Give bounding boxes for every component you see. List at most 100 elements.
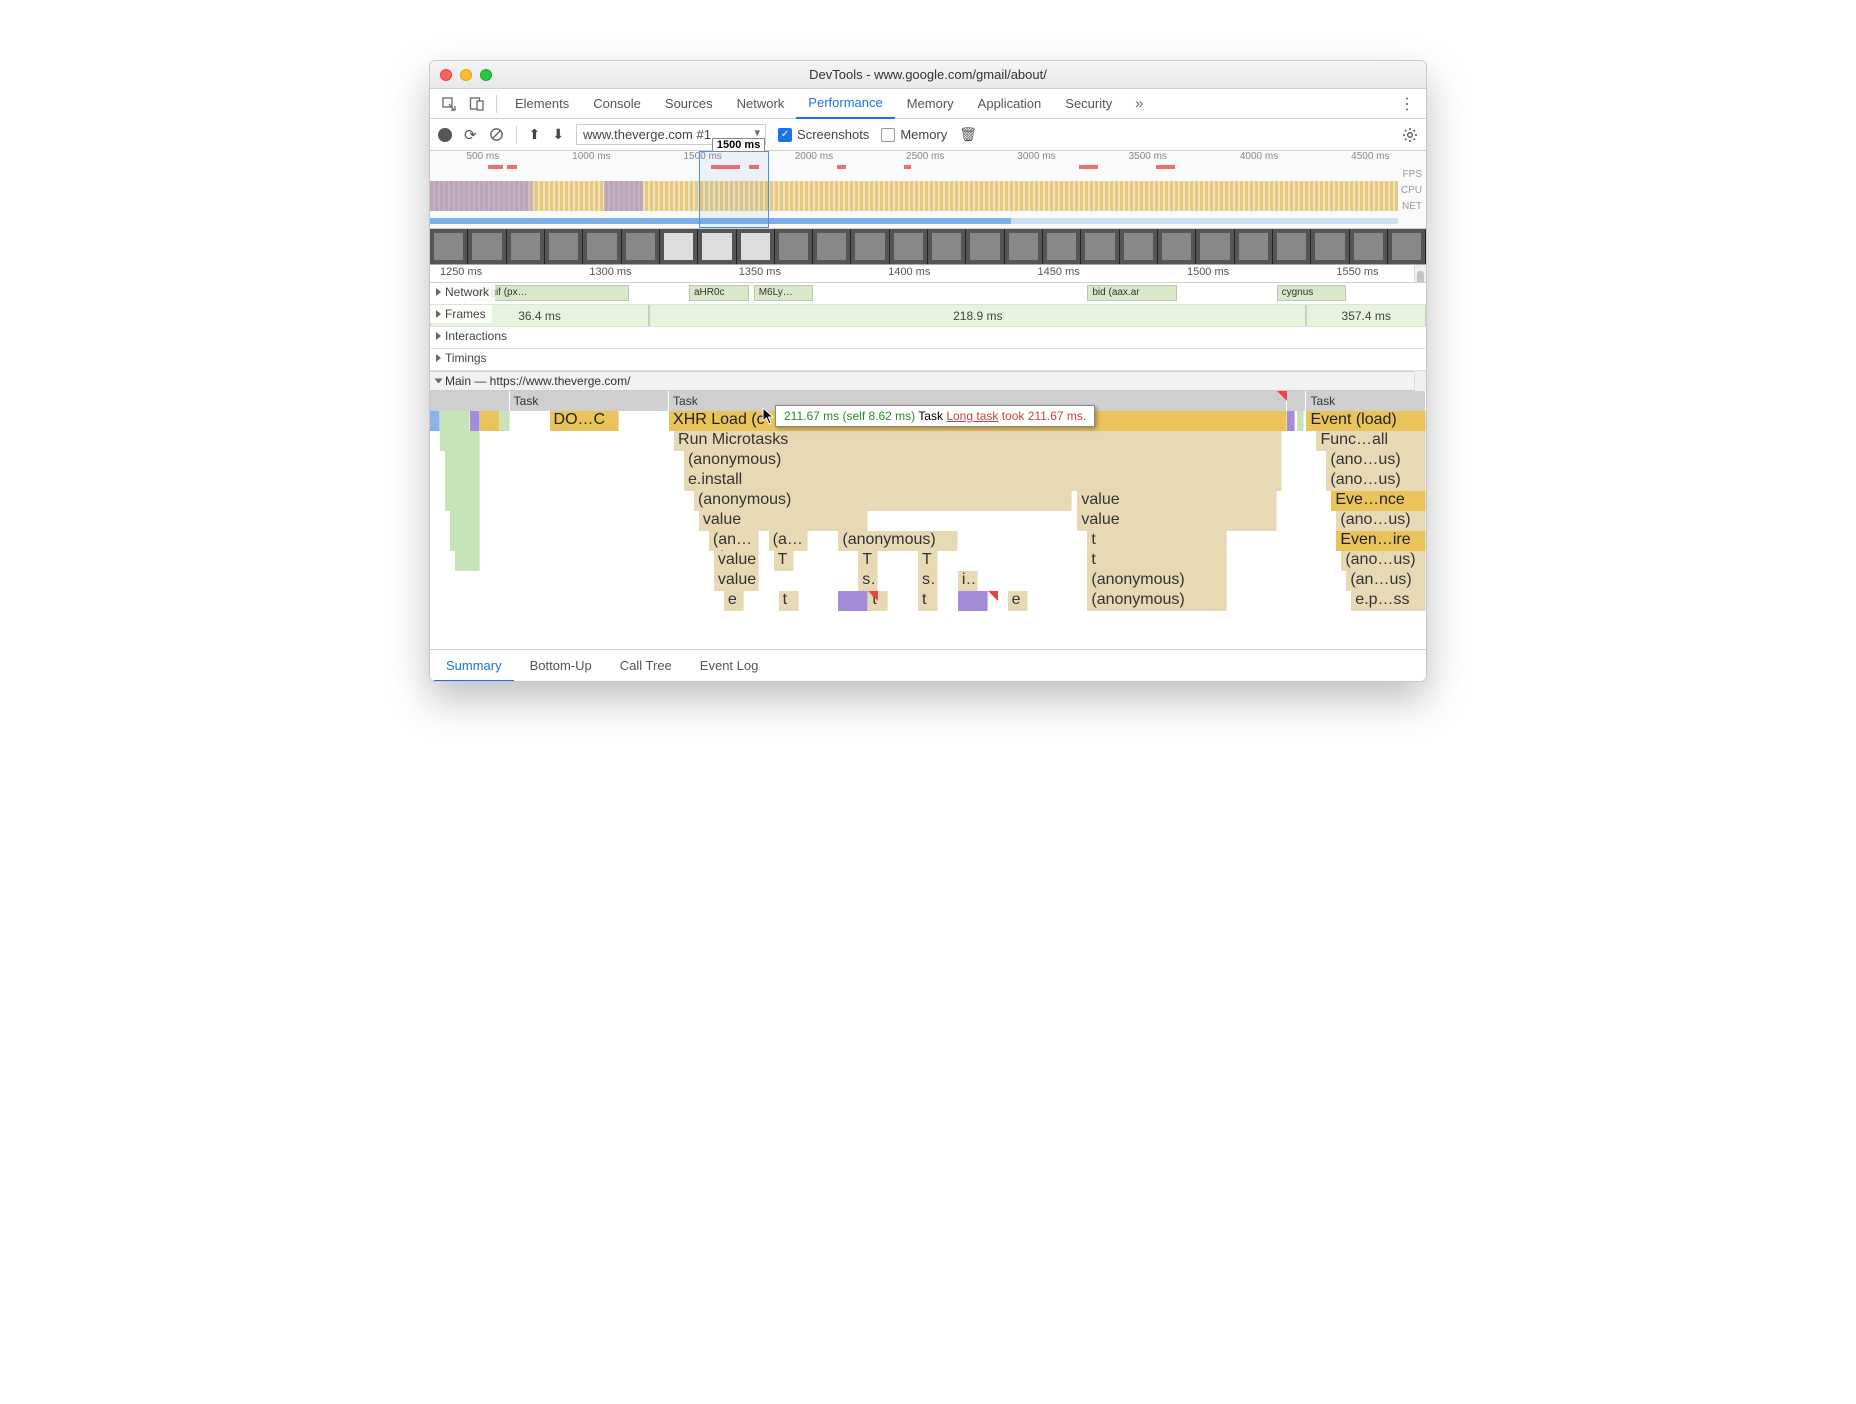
flame-bar[interactable]: t xyxy=(1087,531,1226,551)
chevron-right-icon[interactable] xyxy=(436,288,441,296)
filmstrip-frame[interactable] xyxy=(1350,229,1388,264)
filmstrip-frame[interactable] xyxy=(1273,229,1311,264)
flame-bar[interactable]: t xyxy=(779,591,799,611)
details-tab-event-log[interactable]: Event Log xyxy=(688,650,771,682)
flame-bar[interactable]: Func…all xyxy=(1316,431,1426,451)
filmstrip-frame[interactable] xyxy=(851,229,889,264)
details-tab-summary[interactable]: Summary xyxy=(434,650,514,682)
reload-icon[interactable]: ⟳ xyxy=(464,126,477,144)
flame-bar[interactable]: t xyxy=(918,591,938,611)
filmstrip-frame[interactable] xyxy=(698,229,736,264)
flame-bar[interactable]: T xyxy=(774,551,794,571)
flame-bar[interactable] xyxy=(440,431,480,451)
tab-security[interactable]: Security xyxy=(1053,89,1124,119)
flame-bar[interactable]: Eve…nce xyxy=(1331,491,1426,511)
tab-console[interactable]: Console xyxy=(581,89,653,119)
flame-bar[interactable]: value xyxy=(714,571,759,591)
chevron-right-icon[interactable] xyxy=(436,354,441,362)
tab-network[interactable]: Network xyxy=(725,89,797,119)
filmstrip-frame[interactable] xyxy=(1120,229,1158,264)
flame-bar[interactable]: value xyxy=(1077,491,1276,511)
screenshot-filmstrip[interactable] xyxy=(430,229,1426,265)
flame-bar[interactable]: (an…us) xyxy=(1346,571,1426,591)
task-bar[interactable] xyxy=(1287,391,1307,411)
flame-bar[interactable]: t xyxy=(1087,551,1226,571)
filmstrip-frame[interactable] xyxy=(468,229,506,264)
flame-bar[interactable]: e.install xyxy=(684,471,1282,491)
flame-bar[interactable]: (anonymous) xyxy=(1087,571,1226,591)
timings-lane[interactable]: Timings xyxy=(430,349,1426,371)
chevron-right-icon[interactable] xyxy=(436,332,441,340)
filmstrip-frame[interactable] xyxy=(966,229,1004,264)
memory-toggle[interactable]: Memory xyxy=(881,127,947,142)
flame-bar[interactable]: e xyxy=(1008,591,1028,611)
flame-bar[interactable]: Run Microtasks xyxy=(674,431,1282,451)
flame-bar[interactable]: value xyxy=(714,551,759,571)
delete-icon[interactable]: 🗑 xyxy=(959,126,977,143)
flame-bar[interactable] xyxy=(500,411,510,431)
flame-bar[interactable] xyxy=(1297,411,1305,431)
save-profile-icon[interactable]: ⬇ xyxy=(552,126,564,143)
filmstrip-frame[interactable] xyxy=(545,229,583,264)
flame-bar[interactable]: (ano…us) xyxy=(1326,451,1426,471)
flame-bar[interactable]: Event (load) xyxy=(1306,411,1426,431)
flame-bar[interactable] xyxy=(455,551,480,571)
flame-bar[interactable] xyxy=(470,411,480,431)
flame-bar[interactable]: (anonymous) xyxy=(1087,591,1226,611)
flame-bar[interactable]: (ano…us) xyxy=(1341,551,1426,571)
filmstrip-frame[interactable] xyxy=(890,229,928,264)
flame-bar[interactable] xyxy=(445,451,480,471)
filmstrip-frame[interactable] xyxy=(1005,229,1043,264)
tab-elements[interactable]: Elements xyxy=(503,89,581,119)
device-toggle-icon[interactable] xyxy=(464,91,490,117)
filmstrip-frame[interactable] xyxy=(507,229,545,264)
flame-bar[interactable]: e.p…ss xyxy=(1351,591,1426,611)
frame-segment[interactable]: 218.9 ms xyxy=(649,305,1306,326)
filmstrip-frame[interactable] xyxy=(1311,229,1349,264)
frames-lane[interactable]: Frames 36.4 ms218.9 ms357.4 ms xyxy=(430,305,1426,327)
flame-bar[interactable]: Even…ire xyxy=(1336,531,1426,551)
flame-bar[interactable]: s… xyxy=(918,571,938,591)
filmstrip-frame[interactable] xyxy=(1043,229,1081,264)
details-tab-bottom-up[interactable]: Bottom-Up xyxy=(518,650,604,682)
network-lane[interactable]: Network xel.gif (px…aHR0cM6Ly…bid (aax.a… xyxy=(430,283,1426,305)
flame-chart[interactable]: TaskTaskTask DO…CXHR Load (cRun Microtas… xyxy=(430,391,1426,649)
main-thread-header[interactable]: Main — https://www.theverge.com/ xyxy=(430,371,1426,391)
checkbox-off-icon[interactable] xyxy=(881,128,895,142)
flame-bar[interactable]: i… xyxy=(958,571,978,591)
detail-ruler[interactable]: 1250 ms1300 ms1350 ms1400 ms1450 ms1500 … xyxy=(430,265,1426,283)
flame-bar[interactable] xyxy=(450,511,480,531)
frame-segment[interactable]: 357.4 ms xyxy=(1306,305,1426,326)
flame-bar[interactable]: DO…C xyxy=(550,411,620,431)
overview-selection[interactable]: 1500 ms xyxy=(699,151,769,228)
flame-bar[interactable] xyxy=(445,471,480,491)
clear-icon[interactable] xyxy=(489,127,504,142)
flame-bar[interactable] xyxy=(480,411,500,431)
flame-bar[interactable]: value xyxy=(1077,511,1276,531)
chevron-right-icon[interactable] xyxy=(436,310,441,318)
tab-application[interactable]: Application xyxy=(966,89,1054,119)
tab-sources[interactable]: Sources xyxy=(653,89,725,119)
filmstrip-frame[interactable] xyxy=(1196,229,1234,264)
filmstrip-frame[interactable] xyxy=(1235,229,1273,264)
network-request[interactable]: cygnus xyxy=(1277,285,1347,301)
network-request[interactable]: bid (aax.ar xyxy=(1087,285,1177,301)
flame-bar[interactable]: T xyxy=(918,551,938,571)
flame-bar[interactable] xyxy=(1287,411,1295,431)
network-request[interactable]: aHR0c xyxy=(689,285,749,301)
interactions-lane[interactable]: Interactions xyxy=(430,327,1426,349)
tab-performance[interactable]: Performance xyxy=(796,89,894,119)
flame-bar[interactable]: (anonymous) xyxy=(838,531,958,551)
flame-bar[interactable]: T xyxy=(858,551,878,571)
checkbox-on-icon[interactable]: ✓ xyxy=(778,128,792,142)
flame-bar[interactable] xyxy=(958,591,988,611)
details-tab-call-tree[interactable]: Call Tree xyxy=(608,650,684,682)
flame-bar[interactable]: e xyxy=(724,591,744,611)
filmstrip-frame[interactable] xyxy=(775,229,813,264)
kebab-menu-icon[interactable]: ⋮ xyxy=(1394,91,1420,117)
filmstrip-frame[interactable] xyxy=(430,229,468,264)
record-button[interactable] xyxy=(438,128,452,142)
filmstrip-frame[interactable] xyxy=(1158,229,1196,264)
flame-bar[interactable]: s… xyxy=(858,571,878,591)
flame-bar[interactable] xyxy=(838,591,868,611)
